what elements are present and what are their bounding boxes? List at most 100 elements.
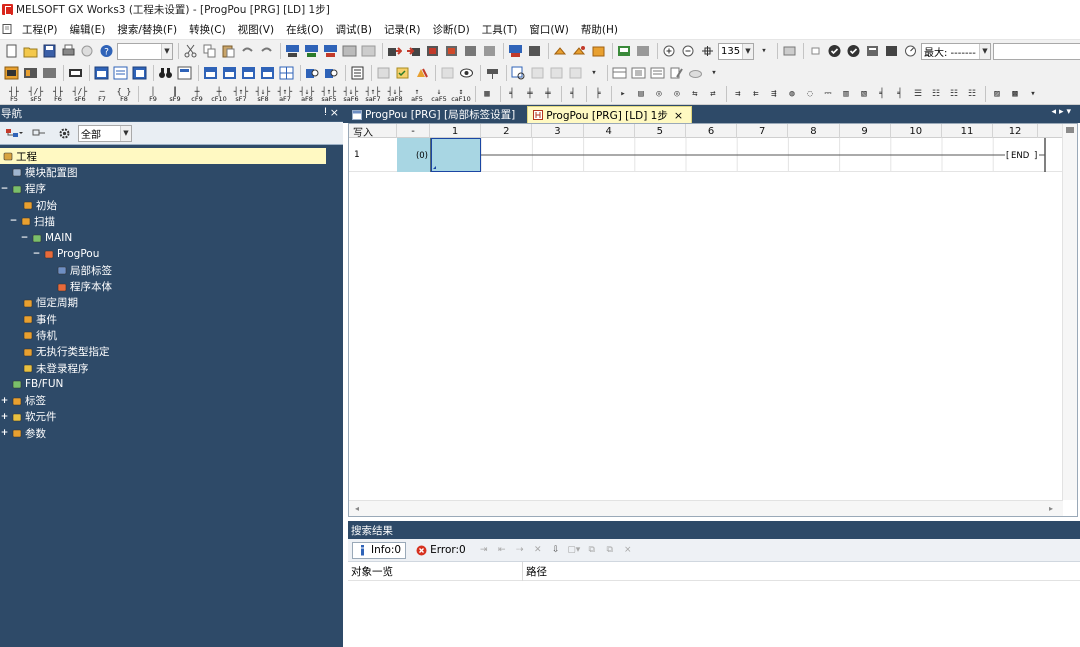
tree-item[interactable]: 未登录程序 [0,360,343,376]
ladder-tool-3-icon[interactable]: ╪ [522,86,538,102]
menu-search-replace[interactable]: 搜索/替换(F) [111,22,183,37]
scan-time-icon[interactable] [864,43,881,59]
tab-scroll-arrows-icon[interactable]: ◂▸▾ [1051,107,1074,117]
program-setting-icon[interactable] [3,65,20,81]
ladder-key-af8[interactable]: ┤↓├ aF8 [296,85,318,103]
ladder-key-sf9[interactable]: ┃ sF9 [164,85,186,103]
export-results-icon[interactable]: ⇩ [548,543,564,557]
ladder-tool-1-icon[interactable]: ▦ [479,86,495,102]
tree-item[interactable]: 局部标签 [0,262,343,278]
zoom-in-icon[interactable] [661,43,678,59]
tree-item[interactable]: FB/FUN [0,376,343,392]
tree-item[interactable]: 工程 [0,148,326,165]
ladder-tool-8-icon[interactable]: ▤ [633,86,649,102]
scroll-left-icon[interactable]: ◂ [355,504,359,513]
ladder-tool-18-icon[interactable]: ⎓ [820,86,836,102]
compare-icon[interactable] [79,43,96,59]
menu-view[interactable]: 视图(V) [232,22,280,37]
ladder-tool-19-icon[interactable]: ▥ [838,86,854,102]
close-tab-icon[interactable]: × [674,109,683,122]
menu-diagnostics[interactable]: 诊断(D) [426,22,475,37]
tree-item[interactable]: 事件 [0,311,343,327]
ladder-tool-17-icon[interactable]: ◌ [802,86,818,102]
device-list-icon[interactable] [221,65,238,81]
menu-tools[interactable]: 工具(T) [476,22,524,37]
clear-results-icon[interactable]: ✕ [530,543,546,557]
expand-icon[interactable]: + [0,412,9,422]
gear-icon[interactable] [53,125,75,141]
convert-all-icon[interactable] [303,43,320,59]
ladder-tool-9-icon[interactable]: ◎ [651,86,667,102]
window-list-icon[interactable] [112,65,129,81]
menu-debug[interactable]: 调试(B) [330,22,378,37]
collapse-icon[interactable]: − [9,216,18,226]
paste-icon[interactable] [220,43,237,59]
delete-results-icon[interactable]: ⨯ [620,543,636,557]
convert-icon[interactable] [284,43,301,59]
ladder-key-saf6[interactable]: ┤↓├ saF6 [340,85,362,103]
ladder-tool-25-icon[interactable]: ☷ [946,86,962,102]
device-batch-icon[interactable] [552,43,569,59]
scroll-right-icon[interactable]: ▸ [1049,504,1053,513]
watch-window-icon[interactable] [458,65,475,81]
info-filter-button[interactable]: Info:0 [352,541,407,559]
tree-item[interactable]: − MAIN [0,229,343,245]
label-search-icon[interactable] [323,65,340,81]
ladder-cursor[interactable] [431,138,481,172]
filter-options-icon[interactable]: ▢▾ [566,543,582,557]
ladder-tool-13-icon[interactable]: ⇉ [730,86,746,102]
ladder-tool-14-icon[interactable]: ⇇ [748,86,764,102]
collapse-icon[interactable]: − [32,249,41,259]
ladder-key-caf5[interactable]: ↓ caF5 [428,85,450,103]
zoom-select[interactable]: 135 ▼ [718,42,754,60]
document-icon[interactable] [349,65,366,81]
new-project-icon[interactable] [3,43,20,59]
open-project-icon[interactable] [22,43,39,59]
grid-view-icon[interactable] [278,65,295,81]
ladder-key-sf7[interactable]: ┤↑├ sF7 [230,85,252,103]
plc-clear-icon[interactable] [481,43,498,59]
ladder-tool-21-icon[interactable]: ╡ [874,86,890,102]
ladder-tool-15-icon[interactable]: ⇶ [766,86,782,102]
ladder-tool-2-icon[interactable]: ╡ [504,86,520,102]
tree-item[interactable]: − 扫描 [0,213,343,229]
ladder-tool-5-icon[interactable]: ╡ [565,86,581,102]
menu-edit[interactable]: 编辑(E) [64,22,112,37]
menu-project[interactable]: 工程(P) [16,22,64,37]
ladder-tool-24-icon[interactable]: ☷ [928,86,944,102]
tree-item[interactable]: 待机 [0,327,343,343]
stop-icon[interactable] [807,43,824,59]
ladder-key-af7[interactable]: ┤↑├ aF7 [274,85,296,103]
dropdown-arrow-icon[interactable]: ▾ [586,65,602,81]
zoom-fit-icon[interactable] [699,43,716,59]
tree-item[interactable]: 程序本体 [0,278,343,294]
dropdown-arrow-icon[interactable]: ▾ [706,65,722,81]
menu-convert[interactable]: 转换(C) [183,22,232,37]
menu-record[interactable]: 记录(R) [378,22,427,37]
module-setting-icon[interactable] [22,65,39,81]
tree-item[interactable]: 初始 [0,197,343,213]
ladder-key-cf10[interactable]: ┼ cF10 [208,85,230,103]
device-comment-icon[interactable] [202,65,219,81]
note-icon[interactable] [259,65,276,81]
tree-item[interactable]: − ProgPou [0,246,343,262]
cloud-tool-icon[interactable] [687,65,704,81]
blank-select[interactable]: ▼ [993,42,1080,60]
ladder-key-sf6[interactable]: ┤/├ sF6 [69,85,91,103]
ladder-tool-27-icon[interactable]: ▨ [989,86,1005,102]
ladder-key-caf10[interactable]: ↕ caF10 [450,85,472,103]
window-tile-icon[interactable] [93,65,110,81]
check-all-icon[interactable] [845,43,862,59]
tab-ladder-program[interactable]: ProgPou [PRG] [LD] 1步 × [527,106,693,123]
ladder-key-f6[interactable]: ┤├ F6 [47,85,69,103]
read-plc-icon[interactable] [386,43,403,59]
statement-icon[interactable] [240,65,257,81]
ladder-key-f8[interactable]: { } F8 [113,85,135,103]
search-results-list[interactable] [348,581,1080,647]
ladder-tool-26-icon[interactable]: ☷ [964,86,980,102]
ladder-editor[interactable]: 写入 - 1 2 3 4 5 6 7 8 9 10 11 12 1 (0) [ END ] ◂ ▸ [348,123,1078,517]
navigation-filter-select[interactable]: 全部 ▼ [78,124,132,142]
list-view-icon[interactable] [649,65,666,81]
sampling-icon[interactable] [883,43,900,59]
simulation-stop-icon[interactable] [635,43,652,59]
